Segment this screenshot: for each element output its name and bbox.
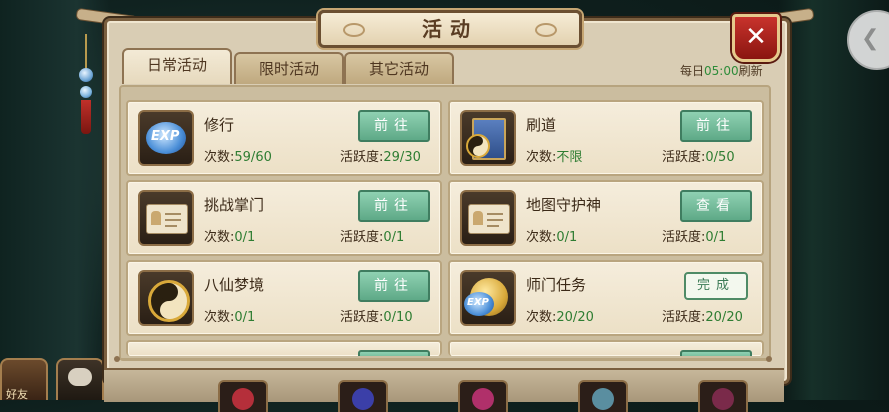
button-label: 查看 [696, 198, 736, 214]
activity-count: 次数:不限 [526, 150, 583, 165]
activity-card-map-guardian: 地图守护神 查看 次数:0/1 活跃度:0/1 [448, 180, 764, 256]
potion-icon [592, 388, 614, 410]
title-banner: 活动 [318, 10, 582, 48]
badge-label: 完成 [696, 278, 735, 293]
activity-card-xiuxing: EXP 修行 前往 次数:59/60 活跃度:29/30 [126, 100, 442, 176]
tab-other[interactable]: 其它活动 [344, 52, 454, 84]
completed-badge: 完成 [684, 272, 748, 300]
pink-gem-icon [472, 388, 494, 410]
button-label: 前往 [696, 118, 736, 134]
yin-yang-icon [138, 270, 194, 326]
scroll-dot [114, 356, 120, 362]
activity-name: 八仙梦境 [204, 276, 265, 294]
page-title: 活动 [422, 17, 478, 41]
go-button[interactable] [680, 350, 752, 356]
go-button[interactable] [358, 350, 430, 356]
chevron-left-icon: ❮ [861, 26, 880, 51]
exp-icon: EXP [138, 110, 194, 166]
tab-label: 限时活动 [258, 60, 319, 78]
reward-chest[interactable] [578, 380, 628, 412]
purple-gem-icon [712, 388, 734, 410]
activity-count: 次数:59/60 [204, 150, 272, 165]
id-card-icon [460, 190, 516, 246]
activity-name: 挑战掌门 [204, 196, 265, 214]
tab-label: 其它活动 [368, 60, 429, 78]
activity-points: 活跃度:0/10 [340, 310, 413, 325]
go-button[interactable]: 前往 [680, 110, 752, 142]
activity-points: 活跃度:0/50 [662, 150, 735, 165]
activity-name: 地图守护神 [526, 196, 602, 214]
reward-chest[interactable] [338, 380, 388, 412]
scroll-dot [766, 356, 772, 362]
activity-count: 次数:0/1 [204, 230, 256, 245]
cloud-ornament-icon [535, 23, 557, 37]
reward-chest[interactable] [218, 380, 268, 412]
reward-chest[interactable] [458, 380, 508, 412]
activity-card-challenge-master: 挑战掌门 前往 次数:0/1 活跃度:0/1 [126, 180, 442, 256]
refresh-prefix: 每日 [680, 64, 705, 78]
chat-icon [68, 368, 92, 386]
activity-points: 活跃度:29/30 [340, 150, 421, 165]
jade-pendant-decoration [76, 34, 96, 134]
red-gem-icon [232, 388, 254, 410]
activity-count: 次数:0/1 [526, 230, 578, 245]
activity-card-sect-task: EXP 师门任务 完成 次数:20/20 活跃度:20/20 [448, 260, 764, 336]
blue-gem-icon [352, 388, 374, 410]
button-label: 前往 [374, 118, 414, 134]
button-label: 前往 [374, 278, 414, 294]
tab-limited-time[interactable]: 限时活动 [234, 52, 344, 84]
activity-count: 次数:20/20 [526, 310, 594, 325]
cloud-ornament-icon [343, 23, 365, 37]
activity-points: 活跃度:20/20 [662, 310, 743, 325]
activity-name: 刷道 [526, 116, 557, 134]
tab-label: 日常活动 [146, 56, 207, 74]
activity-card-shuadao: 刷道 前往 次数:不限 活跃度:0/50 [448, 100, 764, 176]
refresh-suffix: 刷新 [738, 64, 763, 78]
tab-daily[interactable]: 日常活动 [122, 48, 232, 84]
activity-points: 活跃度:0/1 [340, 230, 405, 245]
go-button[interactable]: 前往 [358, 110, 430, 142]
activity-points: 活跃度:0/1 [662, 230, 727, 245]
scroll-track [118, 358, 768, 360]
exp-coin-icon: EXP [460, 270, 516, 326]
view-button[interactable]: 查看 [680, 190, 752, 222]
activity-card-partial [126, 340, 442, 356]
refresh-time: 05:00 [704, 64, 739, 78]
taoist-book-icon [460, 110, 516, 166]
chat-button[interactable] [56, 358, 104, 400]
id-card-icon [138, 190, 194, 246]
go-button[interactable]: 前往 [358, 270, 430, 302]
activity-card-partial [448, 340, 764, 356]
button-label: 前往 [374, 198, 414, 214]
activity-name: 师门任务 [526, 276, 587, 294]
reward-bar [104, 368, 784, 402]
reward-chest[interactable] [698, 380, 748, 412]
friends-button[interactable]: 好友 [0, 358, 48, 401]
daily-refresh-note: 每日05:00刷新 [680, 62, 763, 79]
close-icon: ✕ [745, 22, 767, 52]
close-button[interactable]: ✕ [732, 14, 780, 62]
activity-card-baxian-dream: 八仙梦境 前往 次数:0/1 活跃度:0/10 [126, 260, 442, 336]
activity-name: 修行 [204, 116, 235, 134]
go-button[interactable]: 前往 [358, 190, 430, 222]
activity-count: 次数:0/1 [204, 310, 256, 325]
